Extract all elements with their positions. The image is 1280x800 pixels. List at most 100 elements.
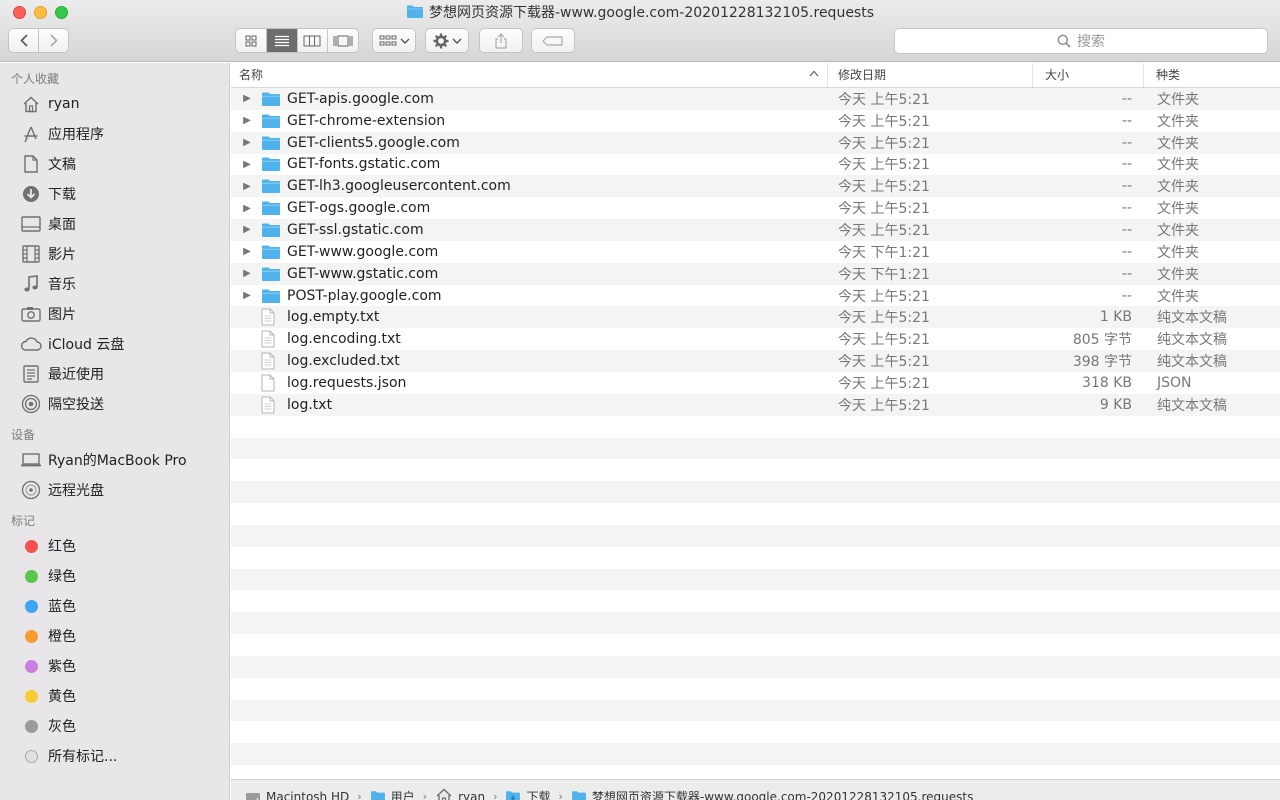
window-title: 梦想网页资源下载器-www.google.com-20201228132105.… — [428, 5, 875, 21]
sidebar-tag-label: 黄色 — [48, 689, 76, 705]
name-cell: ▶ GET-www.google.com — [231, 244, 828, 260]
path-segment-label: 梦想网页资源下载器-www.google.com-20201228132105.… — [591, 790, 974, 800]
list-view-button[interactable] — [265, 29, 297, 52]
sidebar-favorite-item[interactable]: 隔空投送 — [0, 389, 229, 419]
empty-row — [231, 743, 1280, 766]
tag-color-dot-icon — [20, 716, 42, 736]
folder-icon — [261, 244, 281, 260]
kind-column-header[interactable]: 种类 — [1144, 63, 1280, 87]
sidebar-tag-item[interactable]: 绿色 — [0, 561, 229, 591]
file-row[interactable]: ▶ GET-www.gstatic.com 今天 下午1:21 -- 文件夹 — [231, 262, 1280, 285]
sidebar-tag-item[interactable]: 紫色 — [0, 651, 229, 681]
sidebar: 个人收藏 ryan 应用程序 文稿 下载 桌面 影片 音乐 图片 iCloud 云盘 最近使用 隔空… — [0, 63, 230, 800]
disclosure-triangle-icon[interactable]: ▶ — [240, 203, 254, 214]
path-separator-icon: › — [493, 790, 498, 800]
disclosure-triangle-icon[interactable]: ▶ — [240, 115, 254, 126]
file-row[interactable]: ▶ GET-ssl.gstatic.com 今天 上午5:21 -- 文件夹 — [231, 219, 1280, 241]
sidebar-device-item[interactable]: Ryan的MacBook Pro — [0, 445, 229, 475]
date-column-header[interactable]: 修改日期 — [828, 63, 1033, 87]
sidebar-favorite-item[interactable]: 音乐 — [0, 269, 229, 299]
action-menu-button[interactable] — [425, 28, 469, 53]
sidebar-tag-item[interactable]: 橙色 — [0, 621, 229, 651]
empty-row — [231, 481, 1280, 504]
sidebar-device-item[interactable]: 远程光盘 — [0, 475, 229, 505]
tag-color-dot-icon — [20, 566, 42, 586]
empty-row — [231, 765, 1280, 779]
sidebar-favorite-item[interactable]: 图片 — [0, 299, 229, 329]
forward-button[interactable] — [38, 29, 68, 52]
date-cell: 今天 上午5:21 — [838, 310, 930, 327]
sidebar-tag-item[interactable]: 灰色 — [0, 711, 229, 741]
sidebar-tag-item[interactable]: 红色 — [0, 531, 229, 561]
file-row[interactable]: ▶ GET-fonts.gstatic.com 今天 上午5:21 -- 文件夹 — [231, 153, 1280, 176]
file-name: log.txt — [287, 396, 333, 413]
name-column-header[interactable]: 名称 — [231, 63, 828, 87]
disclosure-triangle-icon[interactable]: ▶ — [240, 224, 254, 235]
disclosure-triangle-icon[interactable]: ▶ — [240, 181, 254, 192]
file-row[interactable]: ▶ POST-play.google.com 今天 上午5:21 -- 文件夹 — [231, 284, 1280, 307]
file-row[interactable]: ▶ GET-chrome-extension 今天 上午5:21 -- 文件夹 — [231, 109, 1280, 132]
sidebar-tag-item[interactable]: 所有标记... — [0, 741, 229, 771]
file-row[interactable]: ▶ GET-lh3.googleusercontent.com 今天 上午5:21 -… — [231, 175, 1280, 198]
size-cell: 9 KB — [1099, 396, 1132, 413]
sidebar-favorite-item[interactable]: 应用程序 — [0, 119, 229, 149]
disclosure-triangle-icon[interactable]: ▶ — [240, 290, 254, 301]
edit-tags-button[interactable] — [531, 28, 575, 53]
tag-color-dot-icon — [20, 536, 42, 556]
file-name: GET-chrome-extension — [287, 112, 446, 129]
file-row[interactable]: ▶ GET-apis.google.com 今天 上午5:21 -- 文件夹 — [231, 88, 1280, 110]
path-segment[interactable]: 下载 — [505, 788, 550, 800]
sidebar-favorite-item-label: 影片 — [48, 247, 76, 263]
back-button[interactable] — [9, 29, 38, 52]
file-list-area: 名称 修改日期 大小 种类 ▶ GET-apis.google.com 今天 上午5… — [231, 63, 1280, 779]
file-row[interactable]: ▶ GET-ogs.google.com 今天 上午5:21 -- 文件夹 — [231, 197, 1280, 220]
kind-cell: 文件夹 — [1157, 135, 1199, 152]
size-cell: -- — [1121, 156, 1132, 173]
size-column-label: 大小 — [1045, 68, 1070, 82]
disclosure-triangle-icon[interactable]: ▶ — [240, 93, 254, 104]
sidebar-tag-item[interactable]: 黄色 — [0, 681, 229, 711]
file-row[interactable]: log.encoding.txt 今天 上午5:21 805 字节 纯文本文稿 — [231, 328, 1280, 351]
file-row[interactable]: log.empty.txt 今天 上午5:21 1 KB 纯文本文稿 — [231, 306, 1280, 329]
file-name: GET-clients5.google.com — [287, 134, 460, 151]
sidebar-favorite-item[interactable]: iCloud 云盘 — [0, 329, 229, 359]
folder-icon — [571, 790, 587, 800]
column-view-button[interactable] — [296, 29, 328, 52]
arrange-button[interactable] — [372, 28, 416, 53]
file-row[interactable]: log.txt 今天 上午5:21 9 KB 纯文本文稿 — [231, 393, 1280, 416]
tag-color-dot-icon — [20, 626, 42, 646]
gallery-view-button[interactable] — [327, 29, 358, 52]
path-segment[interactable]: 梦想网页资源下载器-www.google.com-20201228132105.… — [571, 788, 973, 800]
sidebar-favorite-item[interactable]: 最近使用 — [0, 359, 229, 389]
sidebar-favorite-item-label: iCloud 云盘 — [48, 337, 125, 353]
path-segment[interactable]: 用户 — [370, 788, 415, 800]
sidebar-favorite-item[interactable]: 影片 — [0, 239, 229, 269]
home-icon — [20, 94, 42, 114]
disclosure-triangle-icon[interactable]: ▶ — [240, 246, 254, 257]
disclosure-triangle-icon[interactable]: ▶ — [240, 137, 254, 148]
sidebar-favorite-item[interactable]: 下载 — [0, 179, 229, 209]
share-button[interactable] — [479, 28, 523, 53]
sidebar-favorite-item[interactable]: 文稿 — [0, 149, 229, 179]
sidebar-tag-item[interactable]: 蓝色 — [0, 591, 229, 621]
date-cell: 今天 上午5:21 — [838, 201, 930, 218]
sidebar-favorite-item[interactable]: ryan — [0, 89, 229, 119]
disclosure-triangle-icon[interactable]: ▶ — [240, 268, 254, 279]
sidebar-tag-label: 紫色 — [48, 659, 76, 675]
size-column-header[interactable]: 大小 — [1033, 63, 1144, 87]
empty-row — [231, 612, 1280, 635]
path-segment[interactable]: ryan — [435, 788, 485, 800]
file-row[interactable]: ▶ GET-clients5.google.com 今天 上午5:21 -- 文件夹 — [231, 131, 1280, 154]
file-row[interactable]: ▶ GET-www.google.com 今天 下午1:21 -- 文件夹 — [231, 240, 1280, 263]
file-row[interactable]: log.excluded.txt 今天 上午5:21 398 字节 纯文本文稿 — [231, 350, 1280, 372]
file-name: GET-www.google.com — [287, 243, 439, 260]
path-segment[interactable]: Macintosh HD — [245, 790, 349, 800]
kind-cell: 文件夹 — [1157, 244, 1199, 261]
disclosure-triangle-icon[interactable]: ▶ — [240, 159, 254, 170]
search-field[interactable]: 搜索 — [894, 28, 1268, 54]
file-name: GET-www.gstatic.com — [287, 265, 439, 282]
file-row[interactable]: log.requests.json 今天 上午5:21 318 KB JSON — [231, 371, 1280, 394]
sidebar-favorite-item[interactable]: 桌面 — [0, 209, 229, 239]
icon-view-button[interactable] — [236, 29, 266, 52]
name-cell: ▶ GET-fonts.gstatic.com — [231, 156, 828, 172]
